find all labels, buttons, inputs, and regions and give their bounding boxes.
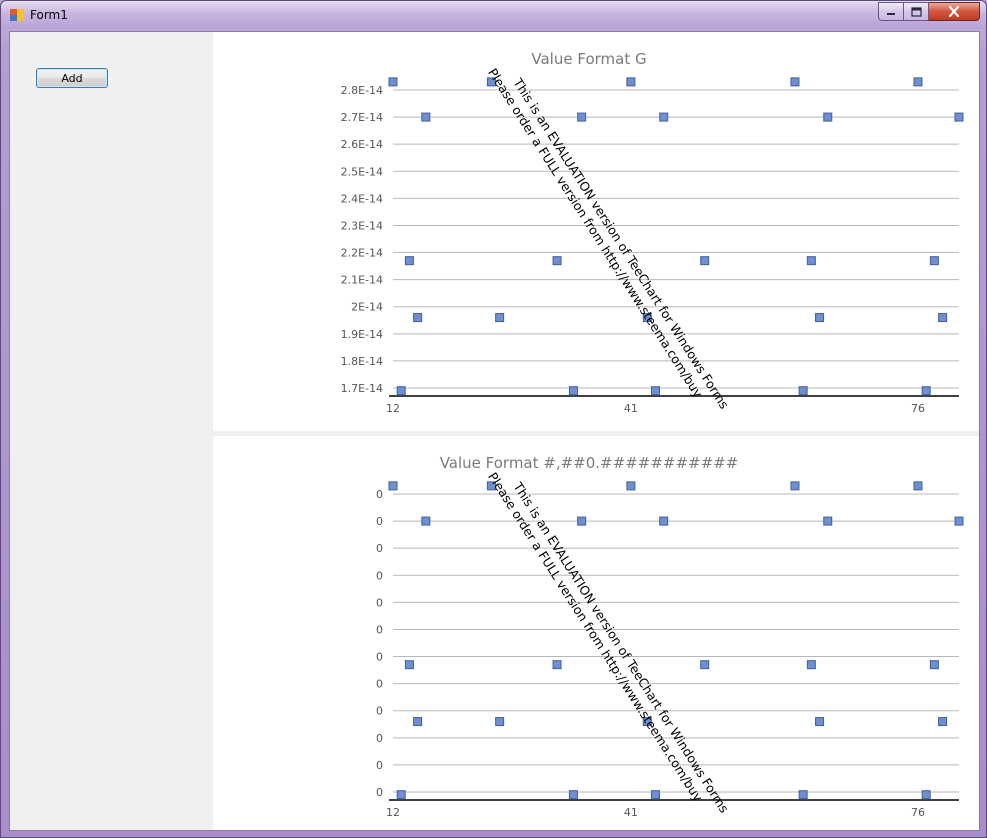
x-tick-label: 12 [386,806,400,819]
evaluation-watermark: This is an EVALUATION version of TeeChar… [485,66,732,412]
data-point[interactable] [938,717,948,727]
winforms-app-icon [10,9,24,21]
data-point[interactable] [806,660,816,670]
data-point[interactable] [929,256,939,266]
x-tick-label: 41 [624,402,638,415]
y-tick-label: 0 [376,569,383,582]
data-point[interactable] [388,481,398,491]
data-point[interactable] [806,256,816,266]
y-tick-label: 0 [376,488,383,501]
y-tick-label: 0 [376,678,383,691]
data-point[interactable] [568,790,578,800]
window-controls [878,2,980,21]
data-point[interactable] [913,77,923,87]
data-point[interactable] [568,386,578,396]
data-point[interactable] [938,313,948,323]
data-point[interactable] [921,790,931,800]
data-point[interactable] [388,77,398,87]
data-point[interactable] [954,516,964,526]
y-tick-label: 0 [376,732,383,745]
data-point[interactable] [495,313,505,323]
close-icon [948,6,960,17]
watermark-line-2: Please order a FULL version from http://… [485,66,706,401]
x-tick-label: 41 [624,806,638,819]
data-point[interactable] [626,77,636,87]
data-point[interactable] [798,386,808,396]
x-tick-label: 76 [911,806,925,819]
y-tick-label: 0 [376,759,383,772]
maximize-button[interactable] [904,2,929,21]
chart-value-format-custom[interactable]: Value Format #,##0.########### 0 0 0 0 0 0 0 0 0 0… [213,436,980,831]
y-tick-label: 1.9E-14 [341,328,383,341]
y-tick-label: 2.6E-14 [341,138,383,151]
data-point[interactable] [396,790,406,800]
data-point[interactable] [659,516,669,526]
form-client-area: Add Value Format G 2.8E-14 2.7E-14 2.6E-14 2… [9,31,980,831]
data-point[interactable] [700,660,710,670]
y-tick-label: 2E-14 [351,301,383,314]
data-point[interactable] [404,256,414,266]
add-button[interactable]: Add [36,68,108,88]
y-tick-label: 0 [376,705,383,718]
data-point[interactable] [404,660,414,670]
chart-value-format-g[interactable]: Value Format G 2.8E-14 2.7E-14 2.6E-14 2.5E-… [213,32,980,431]
y-tick-label: 2.2E-14 [341,247,383,260]
chart-title: Value Format #,##0.########### [440,454,739,472]
close-button[interactable] [929,2,980,21]
window-title: Form1 [30,8,68,22]
data-point[interactable] [577,516,587,526]
y-tick-label: 0 [376,623,383,636]
watermark-line-2: Please order a FULL version from http://… [485,470,706,805]
data-point[interactable] [790,77,800,87]
y-tick-label: 2.5E-14 [341,165,383,178]
data-point[interactable] [413,717,423,727]
data-point[interactable] [815,717,825,727]
y-tick-label: 2.8E-14 [341,84,383,97]
data-point[interactable] [921,386,931,396]
data-point[interactable] [421,516,431,526]
chart-canvas-1[interactable]: Value Format G 2.8E-14 2.7E-14 2.6E-14 2.5E-… [213,32,980,431]
y-tick-label: 1.7E-14 [341,382,383,395]
chart-canvas-2[interactable]: Value Format #,##0.########### 0 0 0 0 0 0 0 0 0 0… [213,436,980,831]
y-tick-label: 2.4E-14 [341,192,383,205]
data-point[interactable] [929,660,939,670]
data-point[interactable] [790,481,800,491]
data-point[interactable] [823,516,833,526]
data-point[interactable] [650,790,660,800]
evaluation-watermark: This is an EVALUATION version of TeeChar… [485,470,732,816]
data-point[interactable] [798,790,808,800]
form1-window: Form1 Add Value Format G 2.8E-14 2.7E-14… [0,0,987,838]
y-tick-label: 1.8E-14 [341,355,383,368]
chart-title: Value Format G [531,50,646,68]
data-point[interactable] [495,717,505,727]
data-point[interactable] [552,256,562,266]
data-point[interactable] [552,660,562,670]
minimize-button[interactable] [878,2,904,21]
data-point[interactable] [954,112,964,122]
data-point[interactable] [413,313,423,323]
data-point[interactable] [823,112,833,122]
data-point[interactable] [650,386,660,396]
data-point[interactable] [396,386,406,396]
y-tick-label: 0 [376,651,383,664]
data-point[interactable] [577,112,587,122]
data-point[interactable] [913,481,923,491]
data-point[interactable] [815,313,825,323]
data-point[interactable] [626,481,636,491]
y-tick-label: 0 [376,596,383,609]
minimize-icon [887,12,895,15]
data-point[interactable] [421,112,431,122]
y-tick-label: 0 [376,786,383,799]
data-point[interactable] [659,112,669,122]
x-tick-label: 12 [386,402,400,415]
y-tick-label: 2.7E-14 [341,111,383,124]
y-tick-label: 0 [376,515,383,528]
data-point[interactable] [700,256,710,266]
x-tick-label: 76 [911,402,925,415]
y-tick-label: 0 [376,542,383,555]
y-tick-label: 2.3E-14 [341,219,383,232]
y-tick-label: 2.1E-14 [341,274,383,287]
maximize-icon [910,6,922,17]
title-bar[interactable]: Form1 [1,1,986,29]
